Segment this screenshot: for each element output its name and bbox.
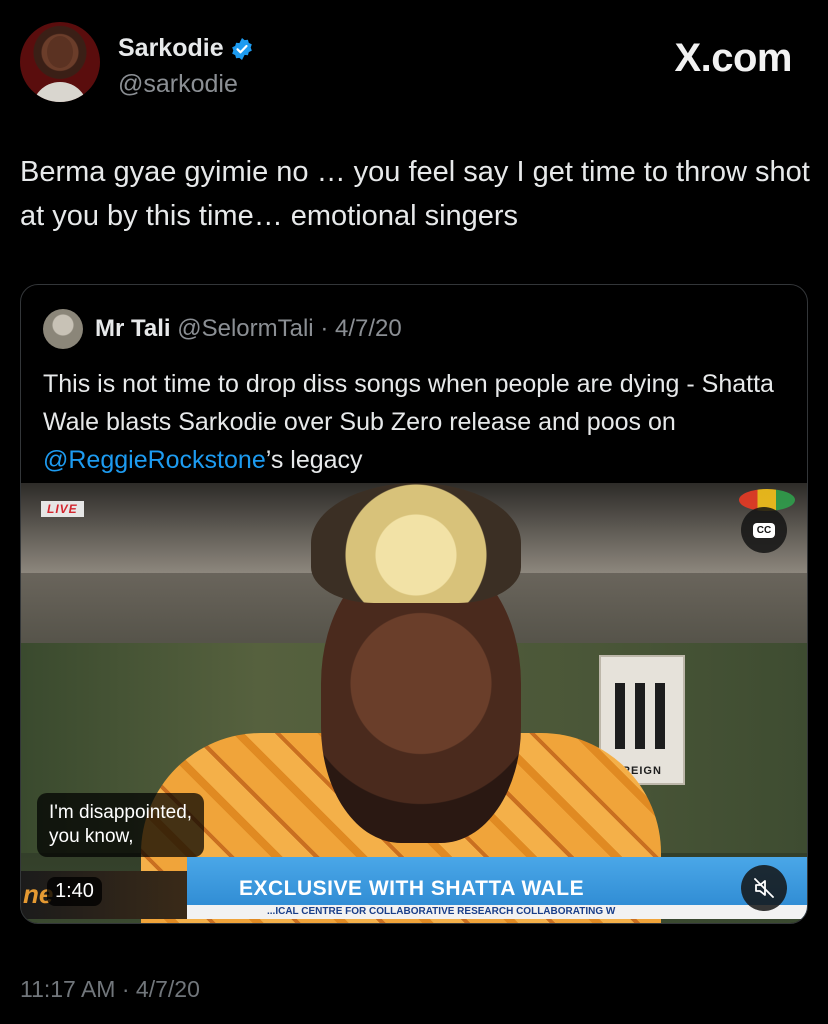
lower-third-title: EXCLUSIVE WITH SHATTA WALE (239, 877, 585, 900)
quoted-tweet-text: This is not time to drop diss songs when… (43, 365, 793, 479)
show-logo: ne (21, 871, 187, 919)
quoted-tweet-header: Mr Tali @SelormTali · 4/7/20 (95, 315, 402, 343)
tweet-timestamp[interactable]: 11:17 AM · 4/7/20 (20, 976, 200, 1003)
video-person-hair (311, 483, 521, 603)
avatar-shoulders (32, 82, 88, 102)
video-player[interactable]: REIGN LIVE CC I'm disappointed, you know… (21, 483, 807, 923)
quoted-tweet-date: · 4/7/20 (320, 315, 402, 342)
lower-third-banner: EXCLUSIVE WITH SHATTA WALE ...ICAL CENTR… (187, 857, 807, 919)
quoted-text-after: ’s legacy (265, 446, 363, 474)
avatar-head (47, 36, 73, 68)
backdrop-logo-bars (615, 683, 669, 749)
author-display-name[interactable]: Sarkodie (118, 34, 224, 63)
mute-icon (754, 878, 774, 898)
mention-link[interactable]: @ReggieRockstone (43, 446, 266, 474)
author-handle[interactable]: @sarkodie (118, 70, 238, 99)
news-ticker: ...ICAL CENTRE FOR COLLABORATIVE RESEARC… (187, 905, 807, 919)
closed-captions-icon: CC (753, 522, 775, 538)
video-duration: 1:40 (47, 877, 102, 906)
mute-button[interactable] (741, 865, 787, 911)
quoted-author-name[interactable]: Mr Tali (95, 315, 171, 342)
live-badge: LIVE (41, 501, 84, 517)
quoted-author-handle[interactable]: @SelormTali (177, 315, 313, 342)
brand-watermark: X.com (674, 36, 792, 80)
video-caption: I'm disappointed, you know, (37, 793, 205, 857)
quoted-text-before: This is not time to drop diss songs when… (43, 370, 774, 436)
author-name-row: Sarkodie (118, 34, 254, 63)
tweet-header: Sarkodie @sarkodie X.com (20, 22, 810, 106)
verified-badge-icon (231, 37, 252, 60)
quoted-author-avatar[interactable] (43, 309, 83, 349)
tweet-text: Berma gyae gyimie no … you feel say I ge… (20, 156, 810, 232)
author-avatar[interactable] (20, 22, 100, 102)
quoted-tweet-card[interactable]: Mr Tali @SelormTali · 4/7/20 This is not… (20, 284, 808, 924)
closed-captions-button[interactable]: CC (741, 507, 787, 553)
